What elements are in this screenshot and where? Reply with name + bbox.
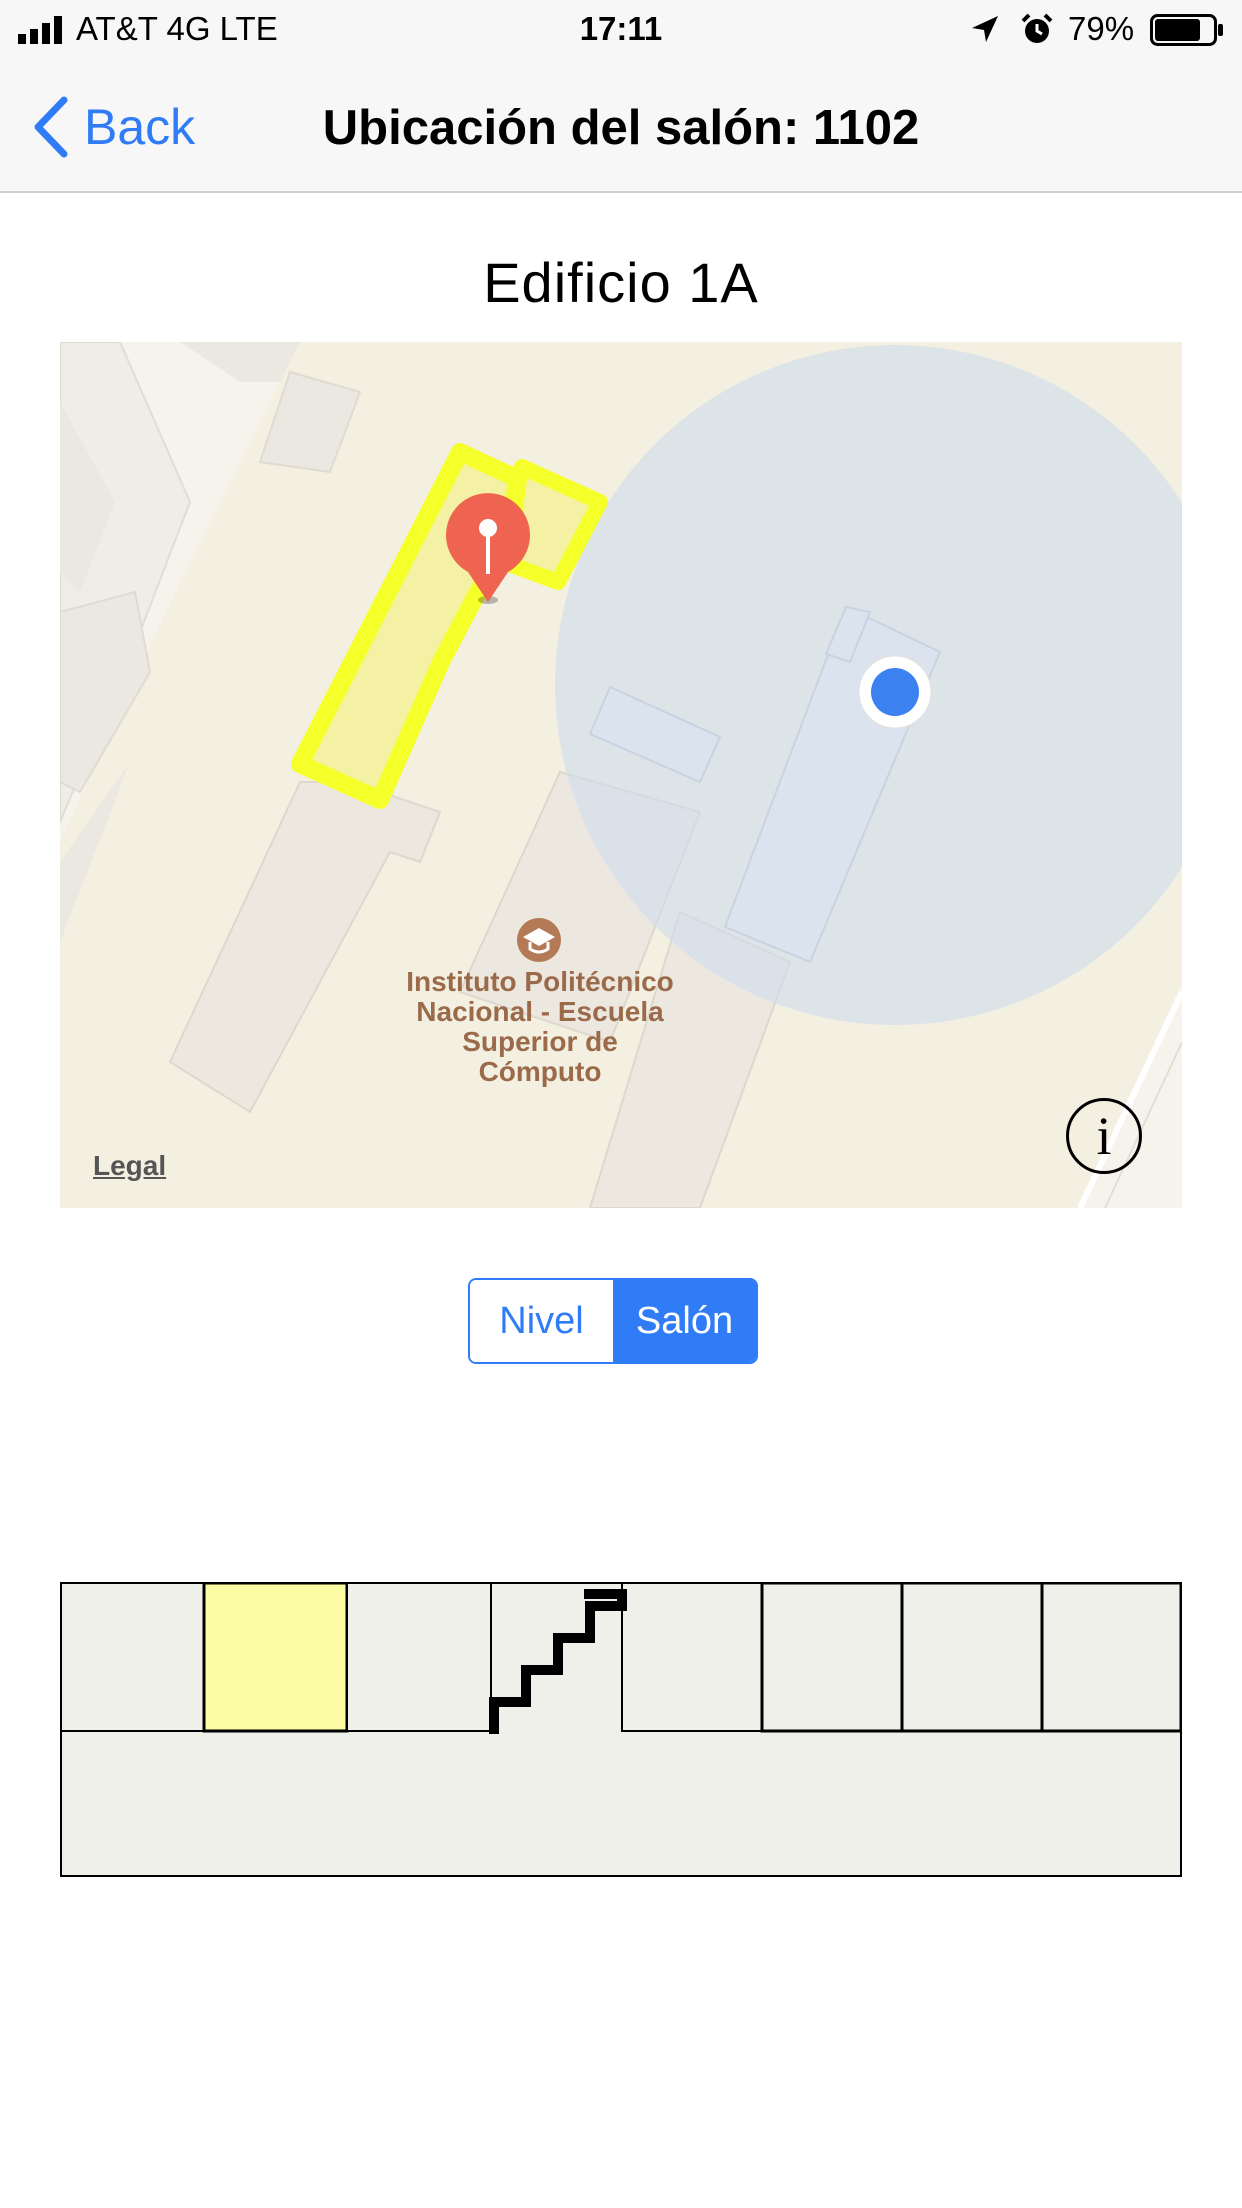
battery-percentage: 79% [1068,10,1135,47]
legal-link[interactable]: Legal [93,1150,166,1182]
page-title: Ubicación del salón: 1102 [322,101,920,155]
status-bar: AT&T 4G LTE 17:11 79% [0,0,1242,60]
graduation-cap-icon [517,918,561,962]
map-view[interactable]: Instituto Politécnico Nacional - Escuela… [60,342,1182,1208]
poi-label[interactable]: Instituto Politécnico Nacional - Escuela… [400,967,680,1087]
battery-icon [1150,14,1223,46]
room[interactable] [60,1582,205,1732]
alarm-icon [1021,13,1053,43]
room[interactable] [760,1582,904,1733]
room[interactable] [1040,1582,1182,1733]
navigation-bar: Back Ubicación del salón: 1102 [0,60,1242,193]
view-segmented-control: Nivel Salón [468,1278,758,1364]
room-highlighted[interactable] [202,1582,349,1733]
floor-plan [60,1582,1182,1877]
room[interactable] [900,1582,1044,1733]
location-arrow-icon [972,16,998,42]
user-location-icon [858,655,932,729]
building-title: Edificio 1A [483,251,759,314]
segment-nivel[interactable]: Nivel [470,1280,613,1362]
room[interactable] [346,1582,492,1732]
clock: 17:11 [579,10,663,47]
segment-salon[interactable]: Salón [613,1280,756,1362]
map-info-button[interactable]: i [1066,1098,1142,1174]
room[interactable] [621,1582,763,1732]
